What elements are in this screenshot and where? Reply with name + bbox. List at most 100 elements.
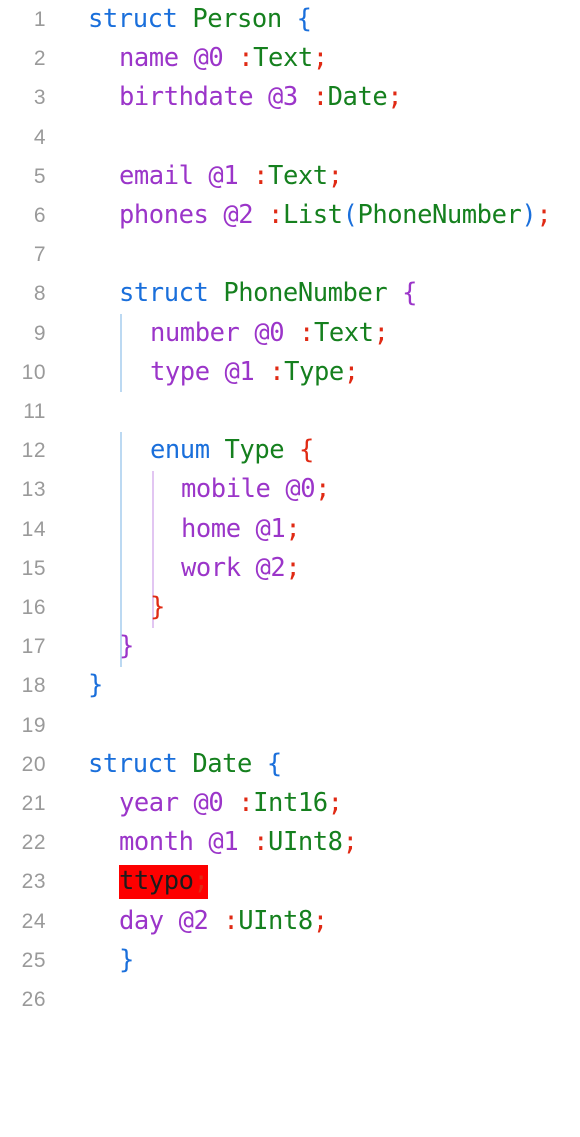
code-line[interactable]: 14 home @1;	[0, 510, 580, 549]
token-ordinal: @1	[224, 356, 255, 387]
code-line[interactable]: 18 }	[0, 666, 580, 705]
token-colon: :	[253, 160, 269, 191]
token-field-name: email	[119, 160, 194, 191]
token-type-name: Int16	[253, 788, 328, 818]
line-number: 8	[33, 282, 46, 306]
code-line[interactable]: 13 mobile @0;	[0, 470, 580, 509]
token-type-name: Person	[192, 4, 282, 34]
token-field-name: type	[150, 356, 210, 387]
code-line[interactable]: 15 work @2;	[0, 549, 580, 588]
token-field-name: name	[119, 43, 179, 74]
token-semicolon: ;	[312, 43, 328, 74]
token-brace-close: }	[150, 592, 165, 622]
line-content: }	[88, 666, 103, 705]
code-line[interactable]: 10 type @1 :Type;	[0, 353, 580, 392]
token-type-name: Date	[327, 82, 388, 113]
token-brace-open: {	[296, 4, 312, 34]
line-content: name @0 :Text;	[119, 39, 328, 78]
token-enumerant-name: work	[181, 552, 241, 583]
line-content: phones @2 :List(PhoneNumber);	[119, 196, 552, 235]
token-field-name: year	[119, 788, 179, 818]
line-number: 23	[21, 870, 46, 894]
code-line[interactable]: 9 number @0 :Text;	[0, 314, 580, 353]
line-number: 17	[21, 635, 46, 659]
line-content: }	[150, 588, 165, 627]
token-type-name: Text	[253, 43, 313, 74]
line-content: work @2;	[181, 549, 301, 588]
line-number: 14	[21, 517, 46, 541]
token-semicolon: ;	[373, 317, 389, 348]
code-line[interactable]: 3 birthdate @3 :Date;	[0, 78, 580, 117]
line-content: }	[119, 627, 134, 666]
code-line[interactable]: 4	[0, 118, 580, 157]
token-keyword: struct	[88, 4, 178, 34]
line-number: 12	[21, 439, 46, 463]
code-line[interactable]: 22 month @1 :UInt8;	[0, 823, 580, 862]
code-line[interactable]: 5 email @1 :Text;	[0, 157, 580, 196]
line-content: year @0 :Int16;	[119, 784, 343, 823]
token-keyword: struct	[119, 278, 209, 309]
code-line-error[interactable]: 23 ttypo;	[0, 862, 580, 901]
code-line[interactable]: 1 struct Person {	[0, 0, 580, 39]
token-brace-open: {	[266, 748, 282, 779]
error-highlight[interactable]: ttypo;	[119, 865, 209, 900]
token-brace-open: {	[299, 435, 314, 466]
line-number: 19	[21, 713, 46, 737]
token-colon: :	[253, 827, 269, 858]
line-number: 3	[33, 86, 46, 110]
code-line[interactable]: 21 year @0 :Int16;	[0, 784, 580, 823]
code-line[interactable]: 19	[0, 706, 580, 745]
line-content: }	[119, 941, 134, 980]
line-number: 13	[21, 478, 46, 502]
code-line[interactable]: 25 }	[0, 941, 580, 980]
token-field-name: month	[119, 827, 194, 858]
token-type-name: Type	[224, 435, 285, 466]
token-paren-close: )	[521, 200, 537, 230]
token-enumerant-name: mobile	[181, 474, 271, 505]
token-semicolon: ;	[285, 513, 301, 544]
line-number: 18	[21, 674, 46, 698]
line-number: 22	[21, 831, 46, 855]
token-colon: :	[299, 317, 314, 348]
token-colon: :	[223, 905, 239, 936]
line-content: struct Person {	[88, 0, 312, 39]
code-line[interactable]: 8 struct PhoneNumber {	[0, 274, 580, 313]
code-line[interactable]: 2 name @0 :Text;	[0, 39, 580, 78]
token-semicolon: ;	[285, 552, 301, 583]
code-editor[interactable]: 1 struct Person { 2 name @0 :Text; 3 bir…	[0, 0, 580, 1014]
code-line[interactable]: 7	[0, 235, 580, 274]
token-enumerant-name: home	[181, 513, 241, 544]
token-keyword: struct	[88, 748, 178, 779]
token-ordinal: @1	[255, 513, 286, 544]
line-number: 11	[23, 400, 46, 423]
code-line[interactable]: 16 }	[0, 588, 580, 627]
code-line[interactable]: 24 day @2 :UInt8;	[0, 902, 580, 941]
line-number: 7	[33, 243, 46, 267]
code-line[interactable]: 12 enum Type {	[0, 431, 580, 470]
line-content: ttypo;	[119, 862, 209, 901]
token-keyword: enum	[150, 435, 210, 466]
token-type-name: Date	[192, 748, 252, 779]
token-brace-close: }	[119, 944, 134, 975]
code-line[interactable]: 6 phones @2 :List(PhoneNumber);	[0, 196, 580, 235]
code-line[interactable]: 20 struct Date {	[0, 745, 580, 784]
line-number: 15	[21, 556, 46, 580]
line-number: 5	[33, 164, 46, 188]
code-line[interactable]: 26	[0, 980, 580, 1019]
code-line[interactable]: 11	[0, 392, 580, 431]
line-number: 16	[21, 596, 46, 619]
code-line[interactable]: 17 }	[0, 627, 580, 666]
token-semicolon: ;	[536, 200, 552, 230]
